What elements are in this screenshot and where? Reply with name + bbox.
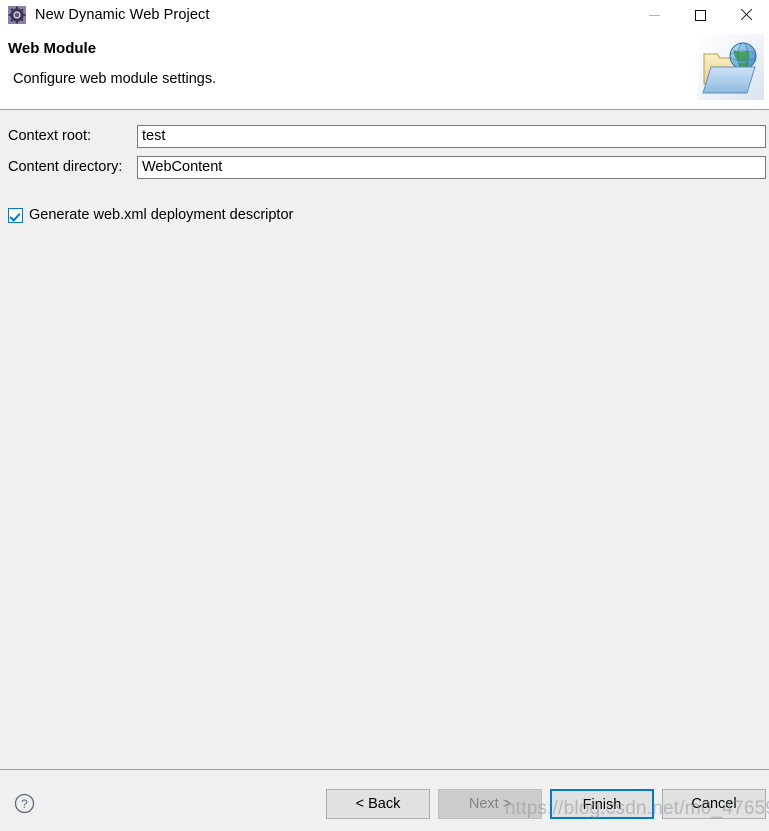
eclipse-project-gear-icon bbox=[8, 6, 26, 24]
context-root-input[interactable] bbox=[137, 124, 766, 148]
back-button[interactable]: < Back bbox=[326, 789, 430, 819]
page-title: Web Module bbox=[8, 40, 97, 57]
dialog-footer: ? < Back Next > Finish Cancel bbox=[0, 769, 769, 831]
page-description: Configure web module settings. bbox=[13, 71, 217, 87]
next-button: Next > bbox=[438, 789, 542, 819]
finish-button[interactable]: Finish bbox=[550, 789, 654, 819]
dialog-button-bar: < Back Next > Finish Cancel bbox=[318, 789, 766, 819]
window-title: New Dynamic Web Project bbox=[35, 7, 210, 23]
new-dynamic-web-project-dialog: New Dynamic Web Project Web Module Confi… bbox=[0, 0, 769, 831]
generate-webxml-label: Generate web.xml deployment descriptor bbox=[29, 207, 294, 223]
generate-webxml-row[interactable]: Generate web.xml deployment descriptor bbox=[8, 207, 293, 223]
minimize-icon bbox=[648, 14, 660, 16]
help-question-icon[interactable]: ? bbox=[14, 793, 35, 814]
content-directory-row: Content directory: bbox=[0, 155, 769, 179]
wizard-body: Context root: Content directory: Generat… bbox=[0, 110, 769, 769]
maximize-icon bbox=[694, 9, 706, 21]
title-bar: New Dynamic Web Project bbox=[0, 0, 769, 30]
close-button[interactable] bbox=[723, 0, 769, 30]
maximize-button[interactable] bbox=[677, 0, 723, 30]
close-icon bbox=[739, 8, 753, 22]
content-directory-input[interactable] bbox=[137, 155, 766, 179]
context-root-row: Context root: bbox=[0, 124, 769, 148]
context-root-label: Context root: bbox=[8, 128, 92, 144]
minimize-button[interactable] bbox=[631, 0, 677, 30]
wizard-header: Web Module Configure web module settings… bbox=[0, 30, 769, 110]
cancel-button[interactable]: Cancel bbox=[662, 789, 766, 819]
svg-text:?: ? bbox=[21, 797, 28, 811]
content-directory-label: Content directory: bbox=[8, 159, 123, 175]
generate-webxml-checkbox[interactable] bbox=[8, 207, 23, 223]
web-folder-globe-icon bbox=[698, 34, 764, 100]
window-controls bbox=[631, 0, 769, 30]
